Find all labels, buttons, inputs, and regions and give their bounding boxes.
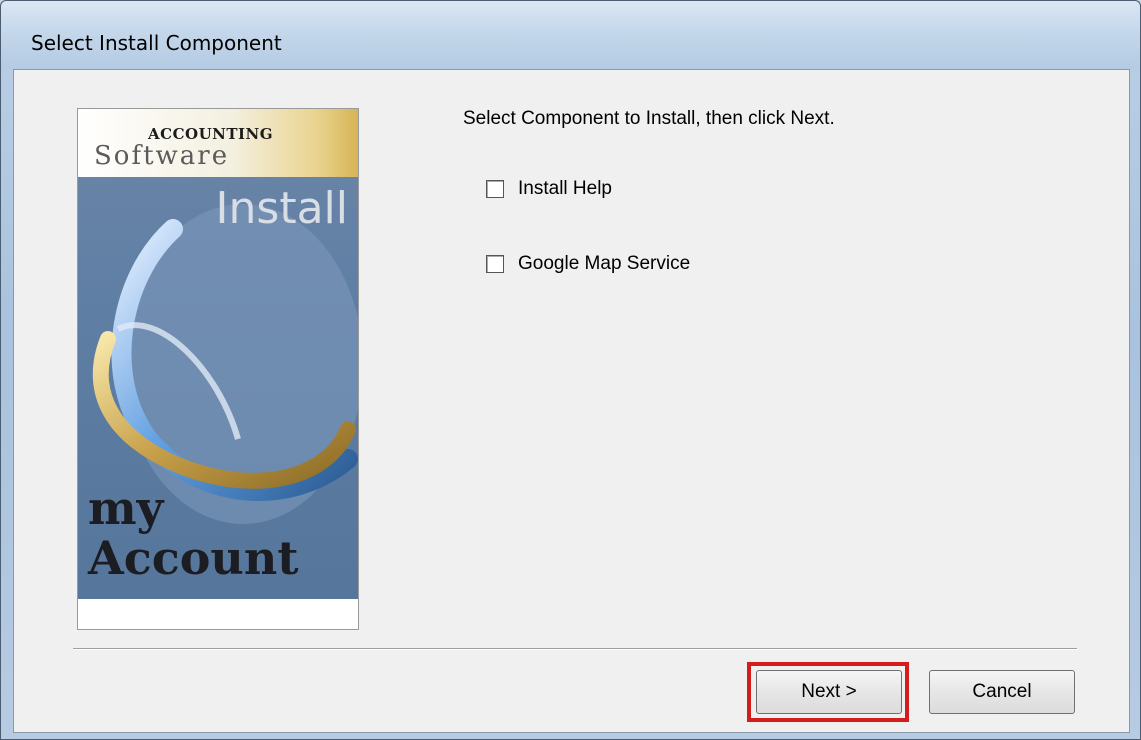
banner-product-line1: my (88, 481, 164, 535)
google-map-service-checkbox[interactable] (486, 255, 504, 273)
cancel-button[interactable]: Cancel (929, 670, 1075, 714)
banner-software-text: Software (94, 141, 230, 171)
title-bar[interactable]: Select Install Component (1, 1, 1140, 69)
next-button[interactable]: Next > (756, 670, 902, 714)
product-banner-image: ACCOUNTING Software Install my Account (77, 108, 359, 630)
google-map-service-label[interactable]: Google Map Service (518, 253, 690, 275)
option-install-help[interactable]: Install Help (486, 178, 612, 200)
dialog-client-area: ACCOUNTING Software Install my Account S… (13, 69, 1130, 733)
instruction-text: Select Component to Install, then click … (463, 108, 835, 129)
installer-window: Select Install Component ACCOUNTING Soft… (0, 0, 1141, 740)
banner-install-text: Install (215, 183, 348, 234)
install-help-label[interactable]: Install Help (518, 178, 612, 200)
window-title: Select Install Component (31, 31, 282, 55)
footer-separator (73, 648, 1077, 650)
install-help-checkbox[interactable] (486, 180, 504, 198)
banner-product-line2: Account (88, 531, 299, 585)
banner-bottom-strip (78, 599, 358, 629)
option-google-map-service[interactable]: Google Map Service (486, 253, 690, 275)
